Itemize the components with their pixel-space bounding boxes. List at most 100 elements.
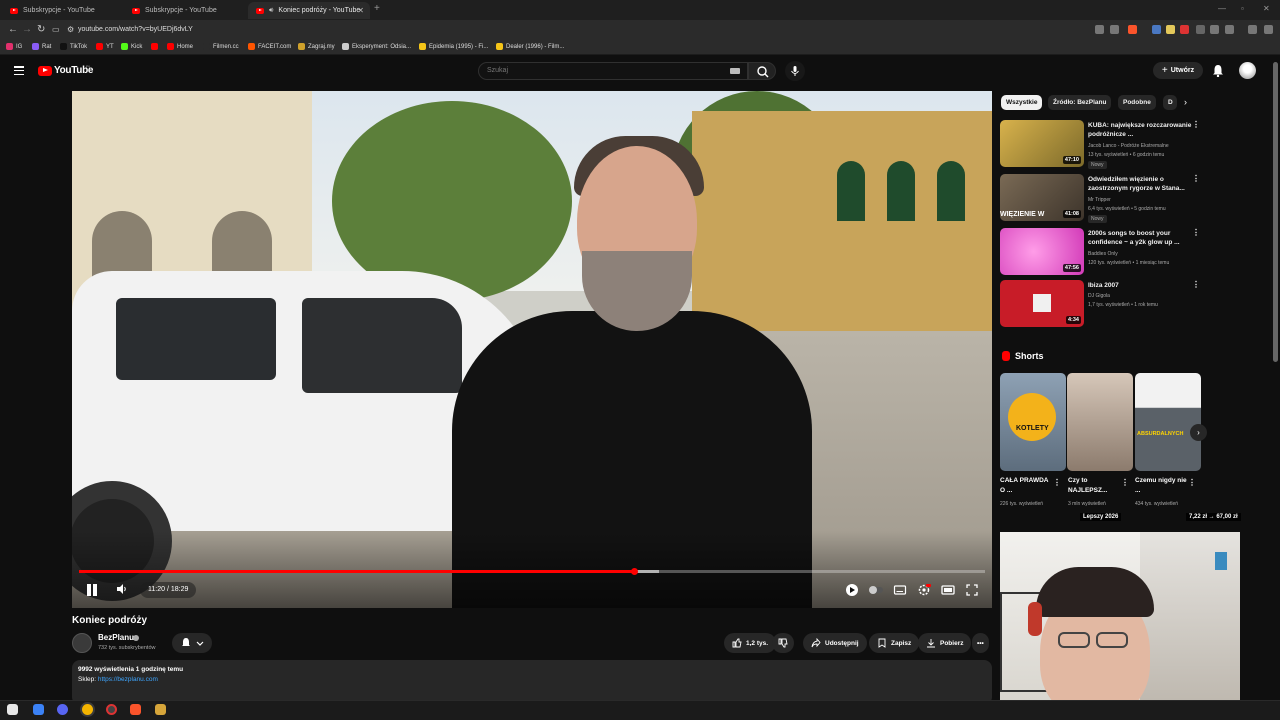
bookmark-ig[interactable]: IG (6, 43, 22, 50)
shop-link[interactable]: https://bezplanu.com (98, 676, 158, 683)
recommendation-title[interactable]: 2000s songs to boost your confidence ~ a… (1088, 229, 1193, 247)
close-window-icon[interactable]: ✕ (1263, 4, 1270, 13)
extensions-menu-icon[interactable] (1196, 25, 1205, 34)
maximize-icon[interactable]: ▫ (1241, 4, 1244, 13)
minimize-icon[interactable]: — (1218, 4, 1226, 13)
more-vertical-icon[interactable]: ⋮ (1053, 478, 1061, 487)
taskbar-app-icon[interactable] (33, 704, 44, 715)
pause-button[interactable] (85, 583, 99, 597)
bookmark-kick[interactable]: Kick (121, 43, 142, 50)
forward-icon[interactable]: → (22, 24, 32, 35)
settings-gear-icon[interactable] (917, 583, 931, 597)
share-button[interactable]: Udostępnij (803, 633, 867, 653)
bookmark-page-icon[interactable]: ▭ (52, 25, 60, 34)
chip-source[interactable]: Źródło: BezPlanu (1048, 95, 1112, 110)
windows-start-icon[interactable] (7, 704, 18, 715)
keyboard-icon[interactable] (730, 68, 740, 74)
more-vertical-icon[interactable]: ⋮ (1121, 478, 1129, 487)
fullscreen-icon[interactable] (965, 583, 979, 597)
chip-all[interactable]: Wszystkie (1001, 95, 1043, 110)
short-thumbnail[interactable] (1067, 373, 1133, 471)
more-actions-button[interactable]: ••• (972, 633, 989, 653)
short-thumbnail[interactable]: ABSURDALNYCH (1135, 373, 1201, 471)
more-vertical-icon[interactable]: ⋮ (1188, 478, 1196, 487)
recommendation-title[interactable]: KUBA: największe rozczarowanie podróżnic… (1088, 121, 1193, 139)
page-scrollbar[interactable] (1271, 56, 1280, 700)
taskbar-app-icon[interactable] (155, 704, 166, 715)
browser-tab[interactable]: Subskrypcje - YouTube (124, 2, 246, 19)
chevron-right-icon[interactable]: › (1184, 97, 1187, 107)
share-icon[interactable] (1110, 25, 1119, 34)
bookmark-home[interactable]: Home (167, 43, 193, 50)
more-vertical-icon[interactable]: ⋮ (1192, 228, 1200, 237)
browser-menu-icon[interactable] (1264, 25, 1273, 34)
media-icon[interactable] (1248, 25, 1257, 34)
obs-icon[interactable] (106, 704, 117, 715)
recommendation-channel[interactable]: Baddies Only (1088, 250, 1118, 258)
reload-icon[interactable]: ↻ (37, 24, 45, 35)
extension-icon[interactable] (1152, 25, 1161, 34)
new-tab-icon[interactable]: + (374, 3, 380, 14)
bookmark-faceit[interactable]: FACEIT.com (248, 43, 291, 50)
recommendation-title[interactable]: Odwiedziłem więzienie o zaostrzonym rygo… (1088, 175, 1193, 193)
chip-more[interactable]: D (1163, 95, 1177, 110)
bookmark-eksperyment[interactable]: Eksperyment: Odsia... (342, 43, 411, 50)
bookmark-dealer[interactable]: Dealer (1996) - Film... (496, 43, 564, 50)
bookmark-rat[interactable]: Rat (32, 43, 51, 50)
subscribed-notifications-button[interactable] (172, 633, 212, 653)
progress-scrubber[interactable] (630, 568, 638, 575)
notifications-icon[interactable] (1212, 64, 1224, 82)
like-button[interactable]: 1,2 tys. (724, 633, 777, 653)
channel-name[interactable]: BezPlanu (98, 633, 134, 642)
account-avatar[interactable] (1239, 62, 1256, 79)
recommendation-channel[interactable]: Jacob Lanco - Podróże Ekstremalne (1088, 142, 1169, 150)
voice-search-button[interactable] (785, 61, 805, 81)
shield-badge-icon[interactable] (845, 583, 859, 597)
recommendation-item[interactable]: 47:10 KUBA: największe rozczarowanie pod… (1000, 120, 1202, 170)
brave-icon[interactable] (130, 704, 141, 715)
description-box[interactable] (72, 660, 992, 705)
short-title[interactable]: Czy to NAJLEPSZ... (1068, 476, 1123, 496)
wallet-icon[interactable] (1225, 25, 1234, 34)
download-button[interactable]: Pobierz (918, 633, 972, 653)
browser-tab-active[interactable]: 🔊︎ Koniec podróży - YouTube ✕ (248, 2, 370, 19)
recommendation-channel[interactable]: Mr Tripper (1088, 196, 1111, 204)
theater-mode-icon[interactable] (941, 583, 955, 597)
create-button[interactable]: + Utwórz (1153, 62, 1203, 79)
bookmark-zagraj[interactable]: Zagraj.my (298, 43, 335, 50)
bookmark-filmen[interactable]: Filmen.cc (203, 43, 239, 50)
chrome-icon[interactable] (82, 704, 93, 715)
bookmark-tiktok[interactable]: TikTok (60, 43, 87, 50)
autoplay-toggle[interactable] (868, 583, 883, 597)
search-input[interactable]: Szukaj (478, 62, 748, 80)
subtitles-icon[interactable] (893, 583, 907, 597)
more-vertical-icon[interactable]: ⋮ (1192, 120, 1200, 129)
save-button[interactable]: Zapisz (869, 633, 920, 653)
recommendation-item[interactable]: WIĘZIENIE W 41:08 Odwiedziłem więzienie … (1000, 174, 1202, 224)
chip-similar[interactable]: Podobne (1118, 95, 1156, 110)
recommendation-item[interactable]: 47:56 2000s songs to boost your confiden… (1000, 228, 1202, 278)
more-vertical-icon[interactable]: ⋮ (1192, 280, 1200, 289)
recommendation-title[interactable]: Ibiza 2007 (1088, 281, 1193, 290)
close-tab-icon[interactable]: ✕ (357, 6, 364, 15)
video-player[interactable] (72, 91, 992, 608)
search-button[interactable] (748, 62, 776, 80)
recommendation-channel[interactable]: DJ Gigola (1088, 292, 1110, 300)
browser-tab[interactable]: Subskrypcje - YouTube (2, 2, 124, 19)
volume-icon[interactable] (116, 583, 128, 598)
chevron-right-icon[interactable]: › (1190, 424, 1207, 441)
address-bar[interactable]: youtube.com/watch?v=byUEDj6dvLY (78, 23, 1088, 37)
video-thumbnail[interactable]: 47:10 (1000, 120, 1084, 167)
discord-icon[interactable] (57, 704, 68, 715)
extension-icon[interactable] (1166, 25, 1175, 34)
youtube-logo[interactable]: YouTube (38, 65, 94, 76)
screen-cast-icon[interactable] (1095, 25, 1104, 34)
recommendation-item[interactable]: 4:34 Ibiza 2007 DJ Gigola 1,7 tys. wyświ… (1000, 280, 1202, 330)
extension-icon[interactable] (1180, 25, 1189, 34)
bookmark-epidemia[interactable]: Epidemia (1995) - Fi... (419, 43, 488, 50)
short-title[interactable]: Czemu nigdy nie ... (1135, 476, 1190, 496)
back-icon[interactable]: ← (8, 24, 18, 35)
channel-avatar[interactable] (72, 633, 92, 653)
bookmark-red[interactable] (151, 43, 158, 50)
bookmark-yt[interactable]: YT (96, 43, 114, 50)
